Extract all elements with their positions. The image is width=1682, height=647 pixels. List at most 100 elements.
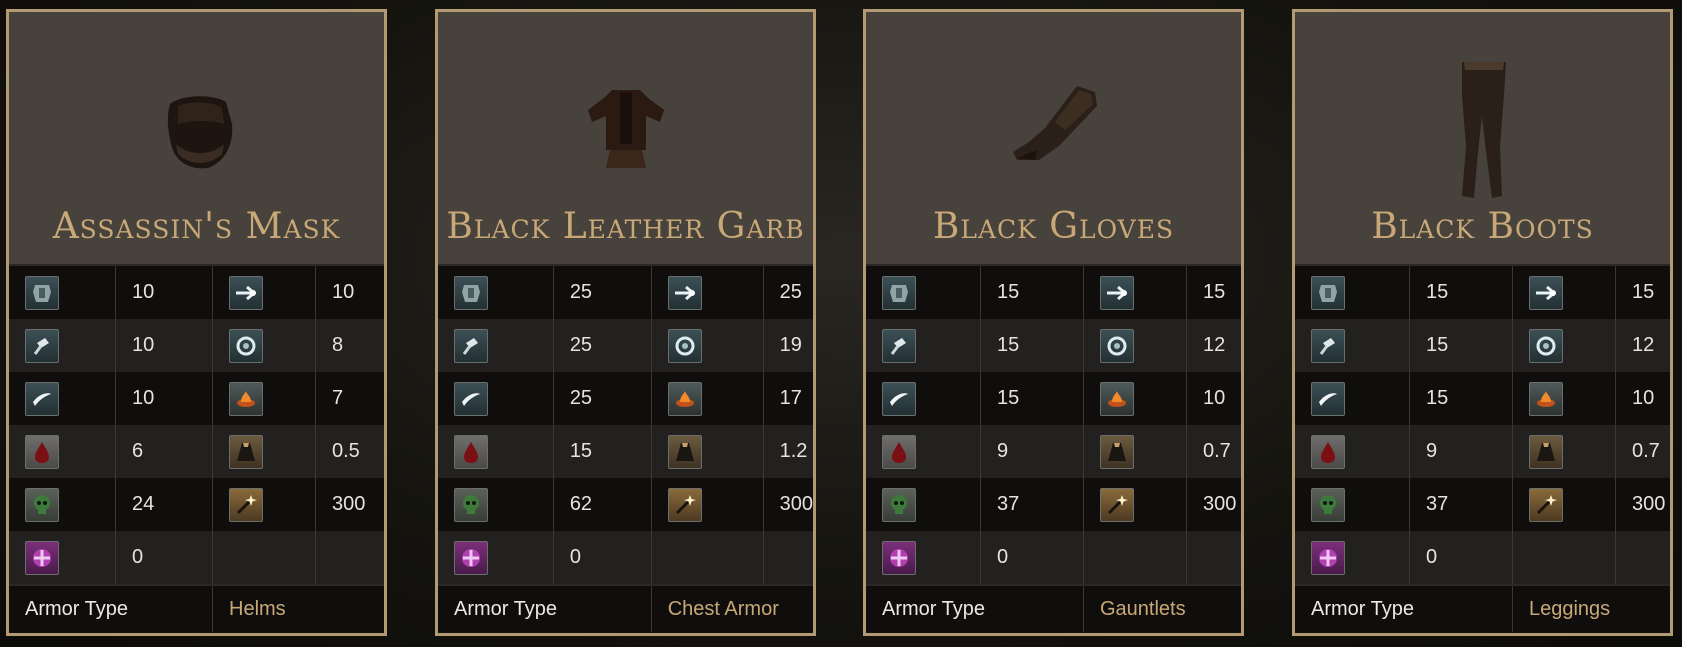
cloak-weight-icon xyxy=(1100,434,1134,469)
stat-value: 0 xyxy=(980,531,1084,585)
item-name: Black Gloves xyxy=(932,206,1175,247)
stats-table: 15 15 15 12 15 10 9 0.7 37 300 0 Armor T… xyxy=(866,266,1241,632)
stat-value: 0 xyxy=(115,531,213,585)
wand-icon xyxy=(229,487,263,522)
armor-type-value: Helms xyxy=(212,584,384,632)
swirl-icon xyxy=(667,328,702,363)
stat-value: 15 xyxy=(1409,319,1513,372)
stat-value: 0.7 xyxy=(1615,425,1670,478)
mask-image xyxy=(152,84,242,174)
card-header: Black Leather Garb xyxy=(438,12,813,266)
pierce-arrow-icon xyxy=(667,275,702,310)
garb-image xyxy=(576,80,676,180)
stat-value: 12 xyxy=(1615,319,1670,372)
stat-value: 10 xyxy=(115,266,213,319)
swirl-icon xyxy=(1100,328,1134,363)
armor-card-black-leather-garb[interactable]: Black Leather Garb 25 25 25 19 25 17 15 … xyxy=(435,9,816,636)
armor-icon xyxy=(454,275,488,310)
stat-value: 300 xyxy=(763,478,813,531)
armor-card-grid: Assassin's Mask 10 10 10 8 10 7 6 0.5 24… xyxy=(0,0,1682,647)
armor-card-assassins-mask[interactable]: Assassin's Mask 10 10 10 8 10 7 6 0.5 24… xyxy=(6,9,387,636)
stat-value: 1.2 xyxy=(763,425,813,478)
stat-value: 8 xyxy=(315,319,384,372)
stat-value: 15 xyxy=(980,319,1084,372)
skull-icon xyxy=(454,487,488,522)
armor-icon xyxy=(1311,275,1345,310)
stat-value xyxy=(1615,531,1670,585)
pierce-arrow-icon xyxy=(229,275,263,310)
stat-value: 15 xyxy=(553,425,652,478)
item-name: Black Boots xyxy=(1371,206,1594,247)
armor-icon xyxy=(882,275,916,310)
blood-drop-icon xyxy=(25,434,59,469)
magic-cross-icon xyxy=(454,540,488,575)
stat-value: 0.7 xyxy=(1186,425,1241,478)
stat-value: 10 xyxy=(115,372,213,425)
armor-icon xyxy=(25,275,59,310)
skull-icon xyxy=(882,487,916,522)
stat-value: 25 xyxy=(553,372,652,425)
blade-icon xyxy=(1311,381,1345,416)
stat-value: 12 xyxy=(1186,319,1241,372)
stat-value: 6 xyxy=(115,425,213,478)
swirl-icon xyxy=(229,328,263,363)
blood-drop-icon xyxy=(1311,434,1345,469)
stat-value: 15 xyxy=(1409,266,1513,319)
wand-icon xyxy=(1100,487,1134,522)
card-header: Black Boots xyxy=(1295,12,1670,266)
stats-table: 25 25 25 19 25 17 15 1.2 62 300 0 Armor … xyxy=(438,266,813,632)
item-name: Assassin's Mask xyxy=(52,206,341,247)
stat-value: 10 xyxy=(1186,372,1241,425)
hammer-icon xyxy=(1311,328,1345,363)
stat-value: 10 xyxy=(1615,372,1670,425)
stat-value: 10 xyxy=(315,266,384,319)
blood-drop-icon xyxy=(882,434,916,469)
magic-cross-icon xyxy=(1311,540,1345,575)
skull-icon xyxy=(1311,487,1345,522)
stat-value: 9 xyxy=(980,425,1084,478)
stat-value: 62 xyxy=(553,478,652,531)
stat-value: 15 xyxy=(1186,266,1241,319)
armor-card-black-gloves[interactable]: Black Gloves 15 15 15 12 15 10 9 0.7 37 … xyxy=(863,9,1244,636)
card-header: Assassin's Mask xyxy=(9,12,384,266)
gloves-image xyxy=(999,80,1109,170)
stat-value: 15 xyxy=(1409,372,1513,425)
stat-value: 15 xyxy=(980,372,1084,425)
card-header: Black Gloves xyxy=(866,12,1241,266)
stat-value: 0 xyxy=(1409,531,1513,585)
hammer-icon xyxy=(454,328,488,363)
fire-icon xyxy=(667,381,702,416)
stats-table: 10 10 10 8 10 7 6 0.5 24 300 0 Armor Typ… xyxy=(9,266,384,632)
armor-type-label: Armor Type xyxy=(9,584,213,632)
fire-icon xyxy=(1529,381,1563,416)
fire-icon xyxy=(1100,381,1134,416)
boots-image xyxy=(1448,56,1518,206)
stat-value xyxy=(763,531,813,585)
armor-type-value: Chest Armor xyxy=(651,584,813,632)
stat-value xyxy=(1186,531,1241,585)
stat-value: 19 xyxy=(763,319,813,372)
blade-icon xyxy=(882,381,916,416)
blade-icon xyxy=(454,381,488,416)
stat-value: 300 xyxy=(1186,478,1241,531)
magic-cross-icon xyxy=(882,540,916,575)
stat-value: 15 xyxy=(980,266,1084,319)
magic-cross-icon xyxy=(25,540,59,575)
stat-value: 7 xyxy=(315,372,384,425)
armor-type-label: Armor Type xyxy=(438,584,652,632)
stat-value: 0.5 xyxy=(315,425,384,478)
skull-icon xyxy=(25,487,59,522)
stat-value: 24 xyxy=(115,478,213,531)
stat-value: 37 xyxy=(980,478,1084,531)
stat-value: 0 xyxy=(553,531,652,585)
cloak-weight-icon xyxy=(229,434,263,469)
stat-value: 15 xyxy=(1615,266,1670,319)
stat-value: 9 xyxy=(1409,425,1513,478)
stats-table: 15 15 15 12 15 10 9 0.7 37 300 0 Armor T… xyxy=(1295,266,1670,632)
pierce-arrow-icon xyxy=(1529,275,1563,310)
armor-card-black-boots[interactable]: Black Boots 15 15 15 12 15 10 9 0.7 37 3… xyxy=(1292,9,1673,636)
stat-value: 25 xyxy=(553,266,652,319)
cloak-weight-icon xyxy=(667,434,702,469)
fire-icon xyxy=(229,381,263,416)
item-name: Black Leather Garb xyxy=(446,206,805,247)
